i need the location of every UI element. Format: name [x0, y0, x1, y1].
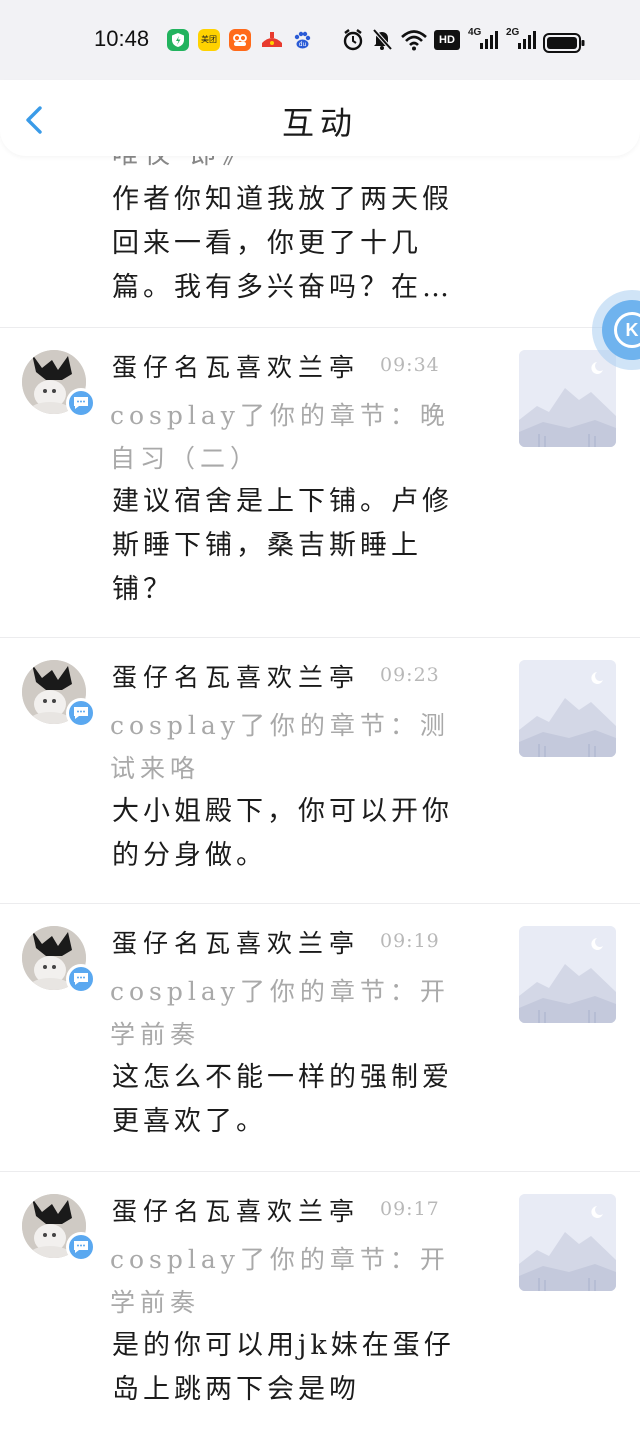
action-text[interactable]: cosplay了你的章节：测试来咯	[110, 704, 470, 790]
meituan-app-icon: 美团	[198, 29, 220, 51]
timestamp: 09:19	[380, 930, 440, 952]
comment-text: 是的你可以用jk妹在蛋仔岛上跳两下会是吻	[112, 1330, 455, 1405]
comment-badge-icon	[66, 388, 96, 418]
list-item[interactable]: 蛋仔名瓦喜欢兰亭 09:17 cosplay了你的章节：开学前奏 是的你可以用j…	[0, 1172, 640, 1433]
chapter-thumbnail[interactable]	[519, 1194, 616, 1291]
page-title: 互动	[281, 104, 358, 142]
action-text[interactable]: cosplay了你的章节：开学前奏	[110, 970, 470, 1056]
chapter-thumbnail[interactable]	[519, 350, 616, 447]
action-text[interactable]: cosplay了你的章节：开学前奏	[110, 1238, 470, 1324]
list-item[interactable]: 蛋仔名瓦喜欢兰亭 09:23 cosplay了你的章节：测试来咯 大小姐殿下，你…	[0, 638, 640, 904]
username[interactable]: 蛋仔名瓦喜欢兰亭	[112, 1192, 360, 1228]
hd-icon: HD	[434, 30, 460, 50]
action-text[interactable]: cosplay了你的章节：晚自习（二）	[110, 394, 470, 480]
signal-2g-icon: 2G	[506, 27, 536, 53]
username[interactable]: 蛋仔名瓦喜欢兰亭	[112, 658, 360, 694]
floating-assistant-inner: K	[602, 300, 640, 360]
list-item[interactable]: 蛋仔名瓦喜欢兰亭 09:34 cosplay了你的章节：晚自习（二） 建议宿舍是…	[0, 328, 640, 638]
timestamp: 09:23	[380, 664, 440, 686]
interaction-feed: 唯仅 即》 作者你知道我放了两天假回来一看，你更了十几篇。我有多兴奋吗？在… 蛋…	[0, 156, 640, 1433]
comment-text: 作者你知道我放了两天假回来一看，你更了十几篇。我有多兴奋吗？在…	[112, 184, 453, 303]
comment-text: 大小姐殿下，你可以开你的分身做。	[112, 796, 453, 871]
alarm-icon	[343, 29, 363, 51]
status-bar: 10:48 美团 du HD 4G 2G	[0, 0, 640, 80]
header: 互动	[0, 80, 640, 156]
status-time: 10:48	[94, 26, 150, 51]
timestamp: 09:34	[380, 354, 440, 376]
comment-badge-icon	[66, 698, 96, 728]
wifi-icon	[401, 30, 427, 51]
list-item[interactable]: 唯仅 即》 作者你知道我放了两天假回来一看，你更了十几篇。我有多兴奋吗？在…	[0, 156, 640, 328]
battery-icon	[543, 33, 585, 53]
meituan-label: 美团	[201, 35, 217, 44]
screen: 10:48 美团 du HD 4G 2G 互动 K 作者你知道我放了两天假回来一…	[0, 0, 640, 1433]
baidu-app-icon: du	[291, 29, 313, 51]
taobao-app-icon	[229, 29, 251, 51]
username[interactable]: 蛋仔名瓦喜欢兰亭	[112, 924, 360, 960]
shield-app-icon	[167, 29, 189, 51]
chapter-thumbnail[interactable]	[519, 926, 616, 1023]
timestamp: 09:17	[380, 1198, 440, 1220]
action-text: 唯仅 即》	[112, 156, 254, 171]
comment-badge-icon	[66, 964, 96, 994]
list-item[interactable]: 蛋仔名瓦喜欢兰亭 09:19 cosplay了你的章节：开学前奏 这怎么不能一样…	[0, 904, 640, 1172]
comment-badge-icon	[66, 1232, 96, 1262]
username[interactable]: 蛋仔名瓦喜欢兰亭	[112, 348, 360, 384]
signal-4g-icon: 4G	[468, 27, 498, 53]
cart-app-icon	[260, 29, 282, 51]
chapter-thumbnail[interactable]	[519, 660, 616, 757]
comment-text: 这怎么不能一样的强制爱更喜欢了。	[112, 1062, 453, 1137]
svg-text:du: du	[299, 41, 307, 48]
hd-label: HD	[439, 34, 455, 46]
mute-icon	[372, 28, 393, 51]
assistant-icon: K	[614, 312, 640, 348]
comment-text: 建议宿舍是上下铺。卢修斯睡下铺，桑吉斯睡上铺？	[112, 486, 453, 605]
